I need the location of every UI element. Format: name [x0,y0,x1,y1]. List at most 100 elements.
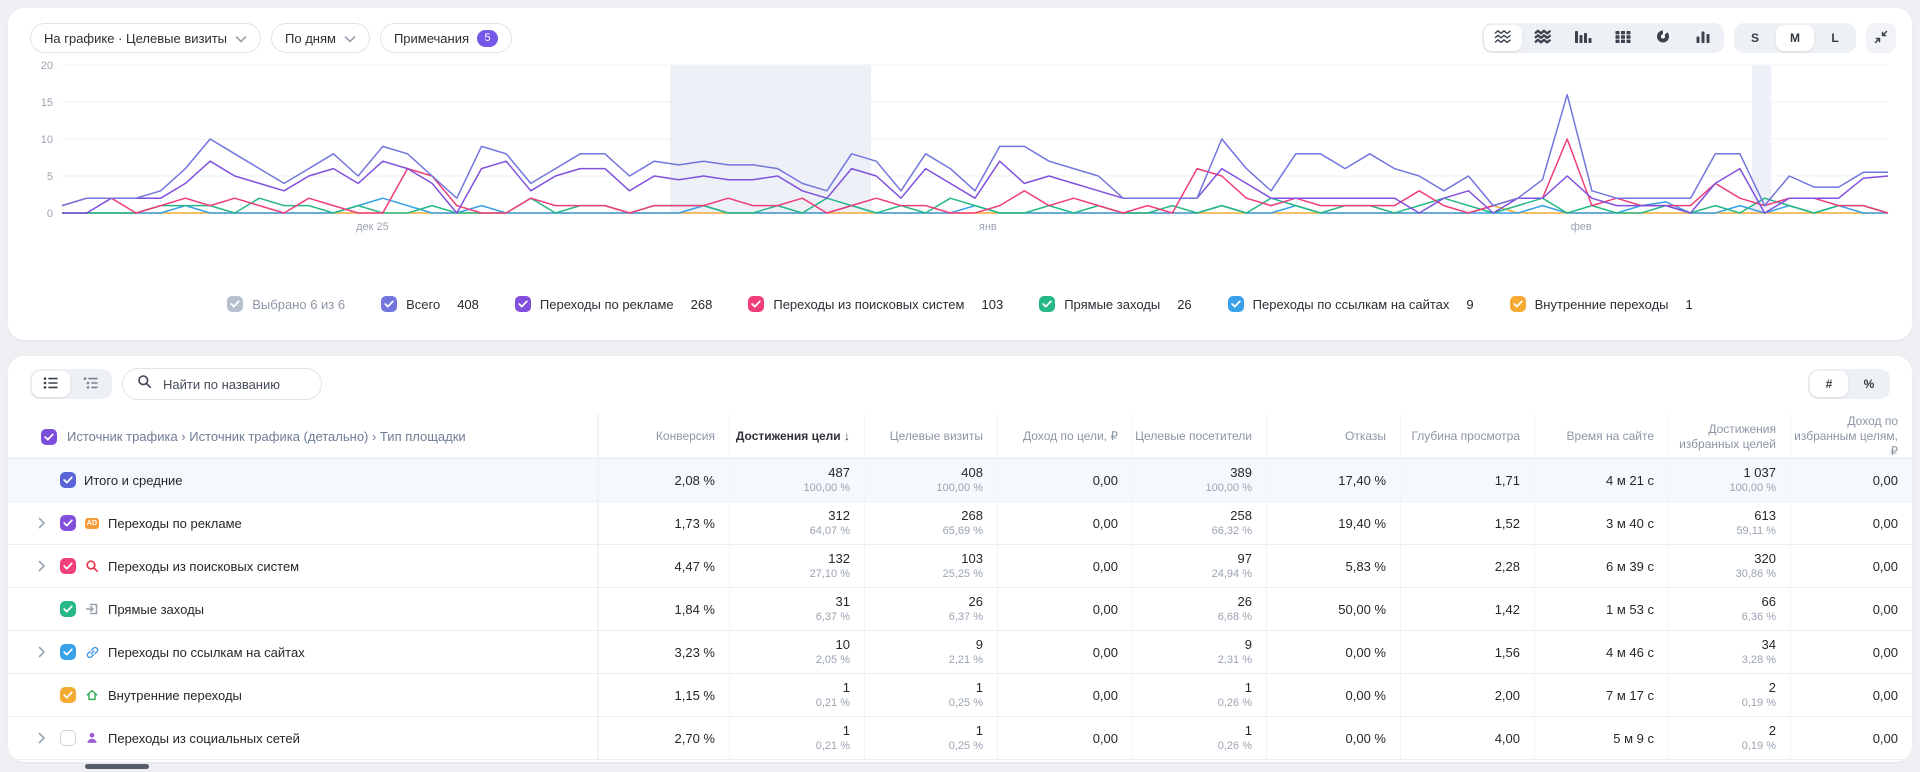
format-#[interactable]: # [1810,371,1848,397]
legend-selected-summary[interactable]: Выбрано 6 из 6 [227,296,345,312]
y-axis-tick: 5 [47,171,53,183]
legend-item-5[interactable]: Внутренние переходы1 [1510,296,1693,312]
chart-type-stacked-bar[interactable] [1604,25,1642,51]
tree-list-icon [83,376,99,393]
metric-cell: 20,19 % [1668,717,1790,759]
row-checkbox[interactable] [60,515,76,531]
metric-selector-dropdown[interactable]: На графике · Целевые визиты [30,23,261,53]
metric-cell: 17,40 % [1266,459,1400,501]
grouping-dropdown[interactable]: По дням [271,23,370,53]
legend-checkbox[interactable] [748,296,764,312]
legend-item-4[interactable]: Переходы по ссылкам на сайтах9 [1228,296,1474,312]
column-header-5[interactable]: Отказы [1266,414,1400,459]
chart-size-l[interactable]: L [1816,25,1854,51]
metric-cell: 1,84 % [598,588,729,630]
dimension-breadcrumb[interactable]: Источник трафика › Источник трафика (дет… [67,429,466,444]
chart-type-pie[interactable] [1644,25,1682,51]
legend-item-0[interactable]: Всего408 [381,296,479,312]
legend-checkbox[interactable] [515,296,531,312]
row-name[interactable]: Переходы по ссылкам на сайтах [108,645,305,660]
search-field[interactable] [122,368,322,400]
select-all-checkbox[interactable] [41,429,57,445]
row-checkbox[interactable] [60,558,76,574]
metric-cell: 61359,11 % [1668,502,1790,544]
chart-size-s[interactable]: S [1736,25,1774,51]
legend-item-3[interactable]: Прямые заходы26 [1039,296,1191,312]
metric-cell: 266,68 % [1132,588,1266,630]
format-%[interactable]: % [1850,371,1888,397]
ad-badge-icon: AD [85,518,100,529]
table-row-6[interactable]: Переходы из социальных сетей2,70 %10,21 … [8,717,1912,760]
table-row-5[interactable]: Внутренние переходы1,15 %10,21 %10,25 %0… [8,674,1912,717]
metric-cell: 0,00 [997,502,1132,544]
column-header-1[interactable]: Достижения цели ↓ [729,414,864,459]
legend-checkbox[interactable] [1039,296,1055,312]
metric-cell: 343,28 % [1668,631,1790,673]
metric-cell: 10,21 % [729,717,864,759]
row-name[interactable]: Переходы по рекламе [108,516,242,531]
legend-summary-checkbox[interactable] [227,296,243,312]
table-row-3[interactable]: Прямые заходы1,84 %316,37 %266,37 %0,002… [8,588,1912,631]
flat-list-view-button[interactable] [32,371,70,397]
column-header-2[interactable]: Целевые визиты [864,414,997,459]
column-header-3[interactable]: Доход по цели, ₽ [997,414,1132,459]
legend-checkbox[interactable] [1510,296,1526,312]
stacked-bar-chart-icon [1614,29,1632,47]
table-toolbar: #% [30,368,1890,400]
chart-type-column[interactable] [1684,25,1722,51]
row-name[interactable]: Переходы из поисковых систем [108,559,299,574]
chart-size-m[interactable]: M [1776,25,1814,51]
column-header-6[interactable]: Глубина просмотра [1400,414,1534,459]
column-header-7[interactable]: Время на сайте [1534,414,1668,459]
row-name[interactable]: Прямые заходы [108,602,204,617]
search-input[interactable] [161,376,307,393]
row-name[interactable]: Переходы из социальных сетей [108,731,300,746]
expand-chevron-icon[interactable] [38,517,52,529]
metric-cell: 0,00 % [1266,631,1400,673]
table-row-1[interactable]: ADПереходы по рекламе1,73 %31264,07 %268… [8,502,1912,545]
metric-cell: 7 м 17 с [1534,674,1668,716]
traffic-line-chart[interactable]: 05101520дек 25янвфев [22,58,1898,243]
notes-button[interactable]: Примечания 5 [380,23,512,53]
legend-item-2[interactable]: Переходы из поисковых систем103 [748,296,1003,312]
expand-chevron-icon[interactable] [38,732,52,744]
metric-cell: 10325,25 % [864,545,997,587]
metric-cell: 0,00 [997,674,1132,716]
table-row-4[interactable]: Переходы по ссылкам на сайтах3,23 %102,0… [8,631,1912,674]
column-header-0[interactable]: Конверсия [598,414,729,459]
column-header-9[interactable]: Доход по избранным целям, ₽ [1790,414,1912,459]
metric-cell: 3 м 40 с [1534,502,1668,544]
row-name[interactable]: Внутренние переходы [108,688,242,703]
chart-svg: 05101520дек 25янвфев [22,58,1898,240]
row-checkbox[interactable] [60,644,76,660]
expand-chevron-icon[interactable] [38,646,52,658]
metric-cell: 102,05 % [729,631,864,673]
legend-checkbox[interactable] [1228,296,1244,312]
chart-type-line[interactable] [1484,25,1522,51]
legend-item-1[interactable]: Переходы по рекламе268 [515,296,712,312]
metric-cell: 389100,00 % [1132,459,1266,501]
expand-chevron-icon[interactable] [38,560,52,572]
dimension-header-cell: Источник трафика › Источник трафика (дет… [8,414,598,459]
column-header-8[interactable]: Достижения избранных целей [1668,414,1790,459]
table-row-0[interactable]: Итого и средние2,08 %487100,00 %408100,0… [8,459,1912,502]
metric-cell: 487100,00 % [729,459,864,501]
row-checkbox[interactable] [60,601,76,617]
metric-cell: 0,00 [1790,631,1912,673]
row-checkbox[interactable] [60,472,76,488]
metric-cell: 0,00 % [1266,717,1400,759]
legend-checkbox[interactable] [381,296,397,312]
row-checkbox[interactable] [60,730,76,746]
collapse-widget-button[interactable] [1866,23,1896,53]
chart-type-bar[interactable] [1564,25,1602,51]
row-checkbox[interactable] [60,687,76,703]
row-name[interactable]: Итого и средние [84,473,182,488]
metric-cell: 266,37 % [864,588,997,630]
chart-type-stacked-area[interactable] [1524,25,1562,51]
table-row-2[interactable]: Переходы из поисковых систем4,47 %13227,… [8,545,1912,588]
horizontal-scrollbar-thumb[interactable] [85,764,149,769]
metric-cell: 1,15 % [598,674,729,716]
column-header-4[interactable]: Целевые посетители [1132,414,1266,459]
tree-list-view-button[interactable] [72,371,110,397]
metric-cell: 92,31 % [1132,631,1266,673]
